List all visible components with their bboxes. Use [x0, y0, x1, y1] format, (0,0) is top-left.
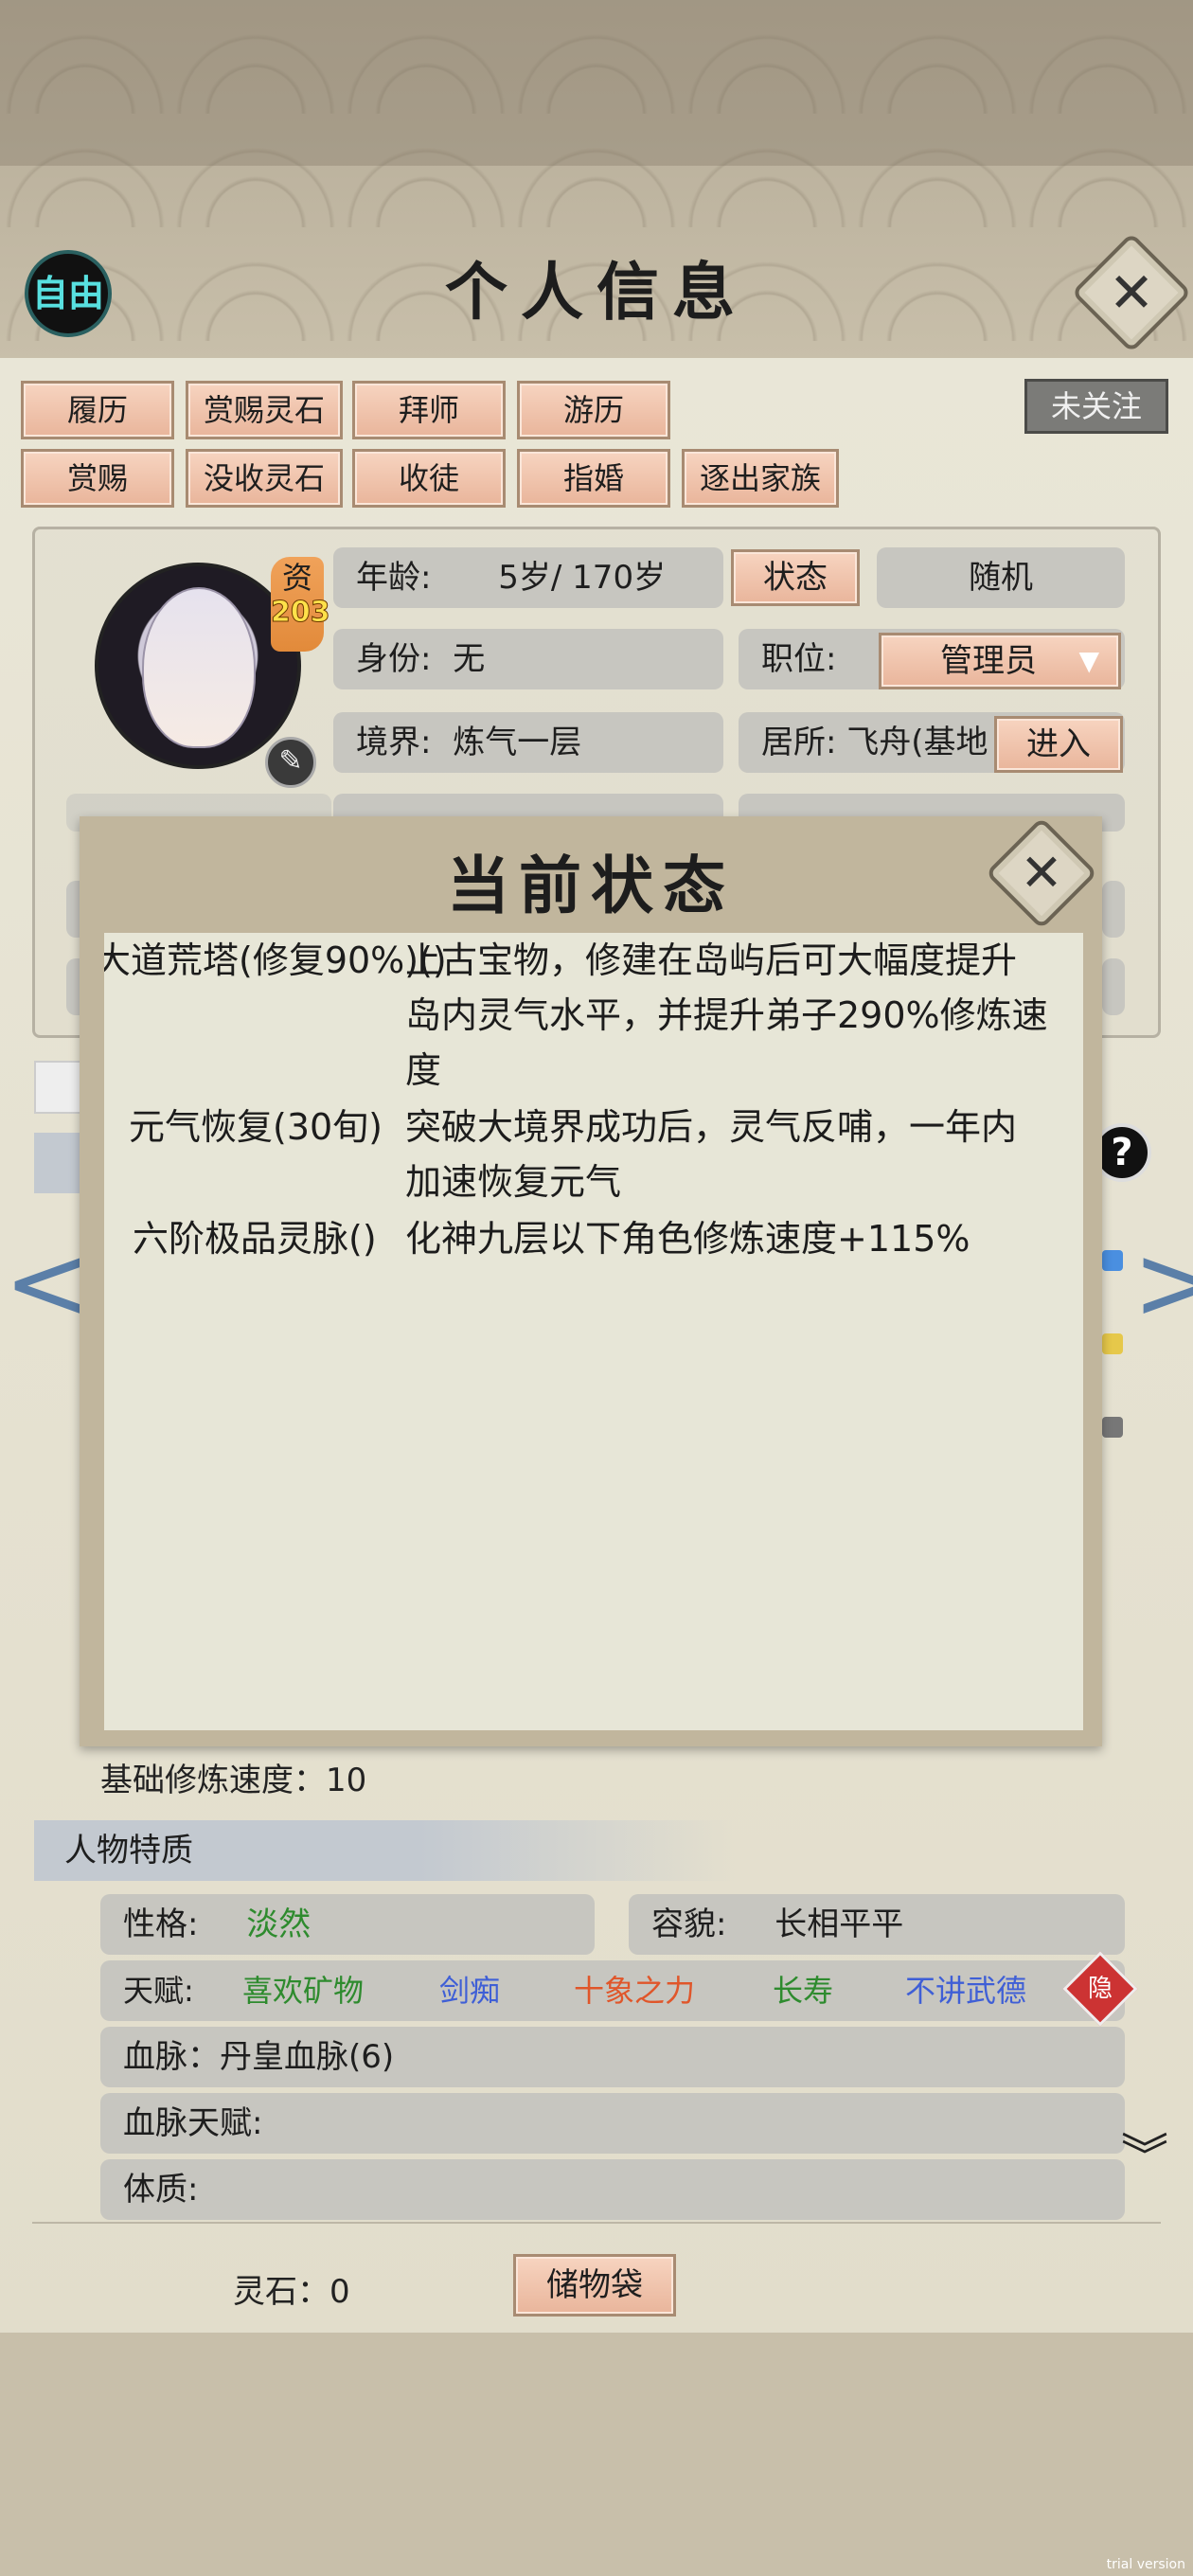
talent-item[interactable]: 喜欢矿物: [242, 1960, 364, 2021]
status-description: 上古宝物，修建在岛屿后可大幅度提升岛内灵气水平，并提升弟子290%修炼速度: [405, 939, 1048, 1091]
top-decoration: [0, 0, 1193, 166]
status-name: 元气恢复(30旬): [129, 1106, 383, 1148]
talent-item[interactable]: 十象之力: [574, 1960, 695, 2021]
status-name: 大道荒塔(修复90%)(): [104, 939, 447, 981]
expel-family-button[interactable]: 逐出家族: [682, 449, 839, 508]
spirit-stone-count: 灵石：0: [233, 2273, 350, 2311]
bloodline-talent-field: 血脉天赋:: [100, 2093, 1125, 2154]
travel-button[interactable]: 游历: [517, 381, 670, 439]
aptitude-label: 资: [281, 560, 312, 596]
indicator-dot: [1102, 1417, 1123, 1438]
appearance-value: 长相平平: [775, 1905, 904, 1943]
resume-button[interactable]: 履历: [21, 381, 174, 439]
realm-value: 炼气一层: [453, 724, 582, 761]
age-value: 5岁/ 170岁: [498, 559, 667, 597]
double-chevron-down-icon[interactable]: ︾: [1121, 2133, 1168, 2180]
position-select[interactable]: 管理员 ▼: [879, 633, 1121, 689]
modal-body: 大道荒塔(修复90%)() 上古宝物，修建在岛屿后可大幅度提升岛内灵气水平，并提…: [104, 933, 1083, 1730]
talent-item[interactable]: 剑痴: [439, 1960, 500, 2021]
apprentice-button[interactable]: 拜师: [352, 381, 506, 439]
hidden-field: [1102, 958, 1125, 1015]
age-field: 年龄: 5岁/ 170岁: [333, 547, 723, 608]
traits-section-header: 人物特质: [34, 1820, 735, 1881]
status-name: 六阶极品灵脉(): [133, 1218, 377, 1260]
right-arrow-icon[interactable]: >: [1132, 1222, 1193, 1343]
personality-value: 淡然: [246, 1905, 312, 1943]
indicator-dot: [1102, 1333, 1123, 1354]
status-description: 化神九层以下角色修炼速度+115%: [405, 1218, 970, 1260]
aptitude-badge: 资 203: [271, 557, 331, 652]
page-title: 个人信息: [445, 255, 748, 329]
random-button[interactable]: 随机: [877, 547, 1125, 608]
position-label: 职位:: [761, 640, 837, 678]
hidden-field: [1102, 881, 1125, 938]
realm-field: 境界: 炼气一层: [333, 712, 723, 773]
confiscate-stone-button[interactable]: 没收灵石: [186, 449, 343, 508]
position-value: 管理员: [940, 642, 1037, 680]
status-description: 突破大境界成功后，灵气反哺，一年内加速恢复元气: [405, 1106, 1018, 1203]
residence-value: 飞舟(基地: [846, 724, 988, 761]
residence-label: 居所:: [761, 724, 837, 761]
take-disciple-button[interactable]: 收徒: [352, 449, 506, 508]
appearance-field: 容貌: 长相平平: [629, 1894, 1125, 1955]
modal-title: 当前状态: [447, 849, 735, 922]
watermark: trial version: [1106, 2557, 1185, 2572]
status-button[interactable]: 状态: [731, 549, 860, 606]
appearance-label: 容貌:: [651, 1905, 727, 1943]
close-icon: ✕: [1020, 843, 1063, 903]
reward-stone-button[interactable]: 赏赐灵石: [186, 381, 343, 439]
personality-field: 性格: 淡然: [100, 1894, 595, 1955]
edit-pen-icon[interactable]: ✎: [265, 737, 316, 788]
physique-field: 体质:: [100, 2159, 1125, 2220]
identity-field: 身份: 无: [333, 629, 723, 689]
personality-label: 性格:: [123, 1905, 199, 1943]
base-cultivation-speed: 基础修炼速度：10: [100, 1762, 367, 1799]
bloodline-field: 血脉：丹皇血脉(6): [100, 2027, 1125, 2087]
talent-item[interactable]: 长寿: [773, 1960, 833, 2021]
identity-label: 身份:: [356, 640, 432, 678]
follow-button[interactable]: 未关注: [1024, 379, 1168, 434]
enter-button[interactable]: 进入: [994, 716, 1123, 773]
aptitude-value: 203: [271, 596, 331, 629]
arrange-marriage-button[interactable]: 指婚: [517, 449, 670, 508]
talent-item[interactable]: 不讲武德: [905, 1960, 1026, 2021]
reward-button[interactable]: 赏赐: [21, 449, 174, 508]
indicator-dot: [1102, 1250, 1123, 1271]
realm-label: 境界:: [356, 724, 432, 761]
talent-label: 天赋:: [123, 1973, 194, 2009]
divider: [32, 2222, 1161, 2224]
close-icon: ✕: [1108, 260, 1155, 325]
storage-bag-button[interactable]: 储物袋: [513, 2254, 676, 2317]
chevron-down-icon: ▼: [1078, 645, 1099, 676]
identity-value: 无: [453, 640, 486, 678]
avatar-portrait: [142, 587, 256, 748]
hide-label: 隐: [1087, 1975, 1113, 2003]
bottom-background: [0, 2333, 1193, 2576]
left-arrow-icon[interactable]: <: [4, 1222, 91, 1343]
talent-field: 天赋: 喜欢矿物 剑痴 十象之力 长寿 不讲武德: [100, 1960, 1125, 2021]
age-label: 年龄:: [356, 559, 432, 597]
